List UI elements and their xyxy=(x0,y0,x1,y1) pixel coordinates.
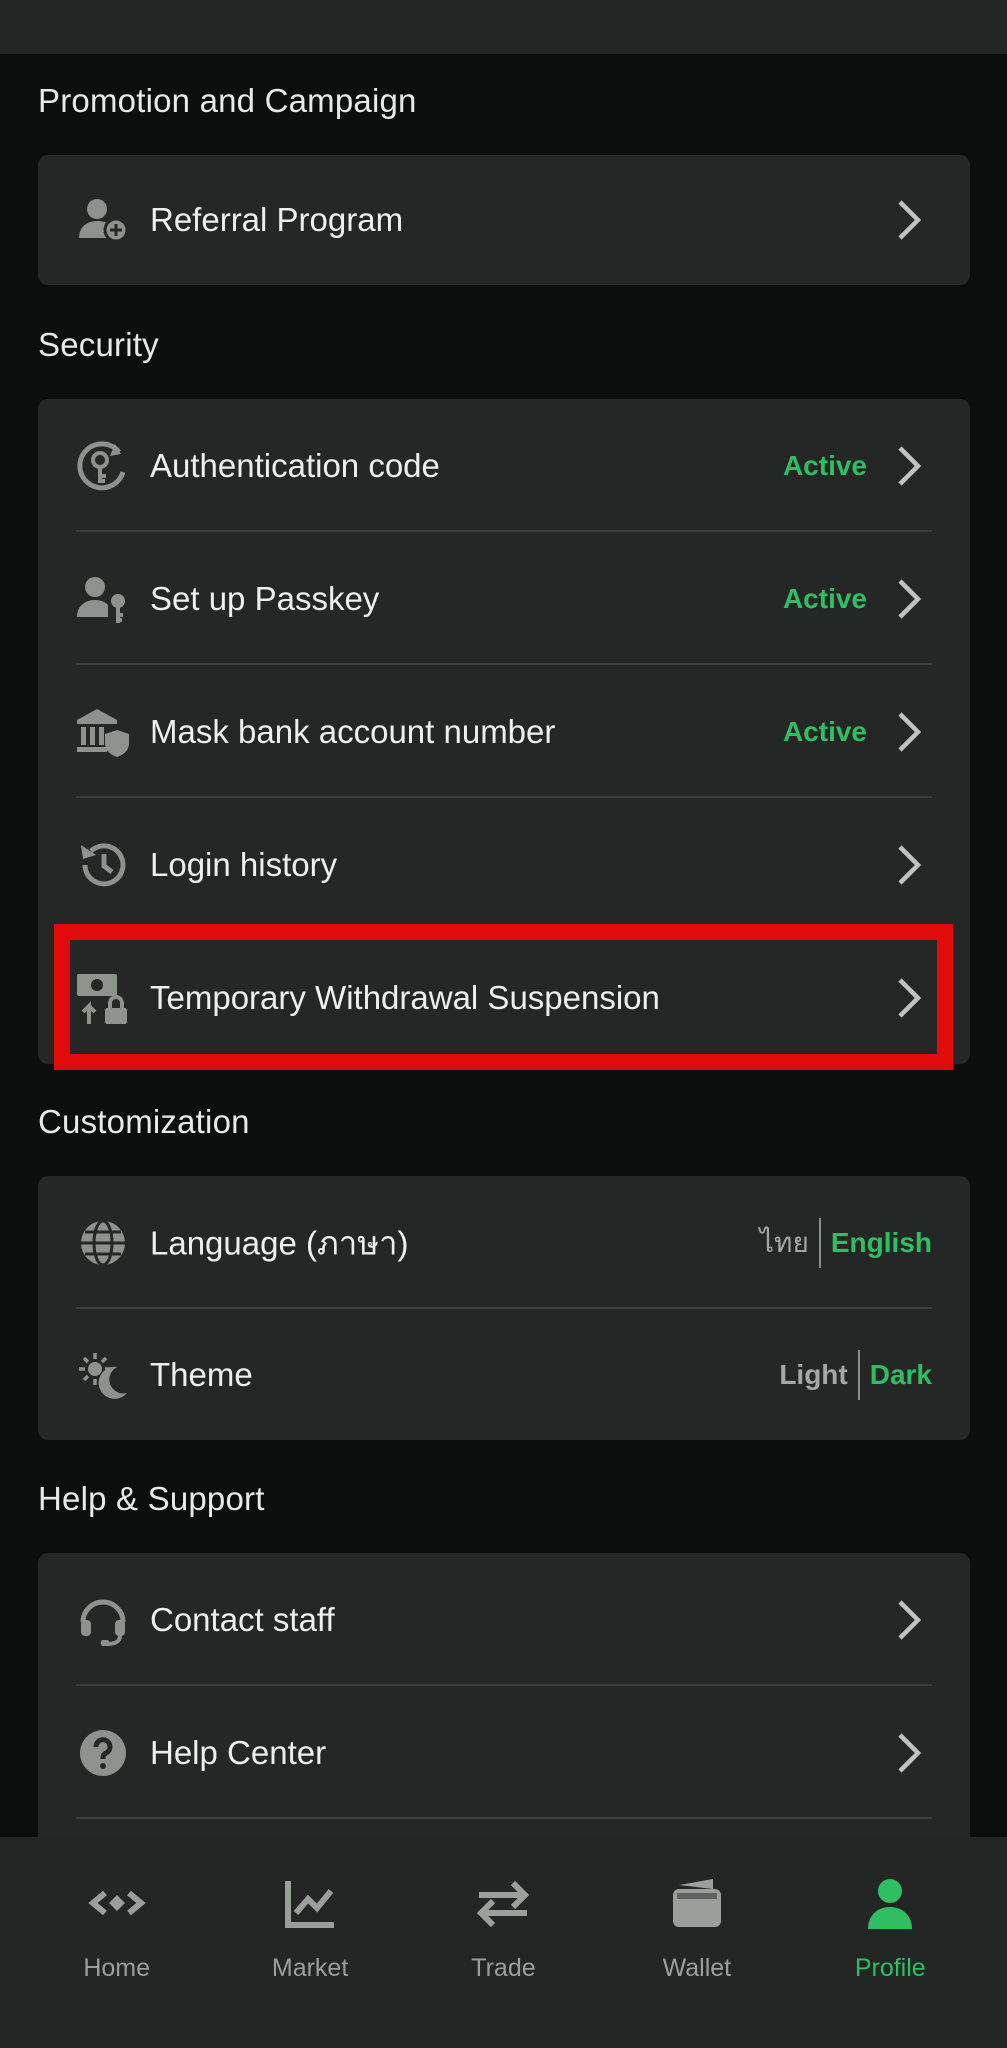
toggle-separator xyxy=(818,1217,821,1268)
security-card: Authentication code Active Set up Passke… xyxy=(38,399,970,1064)
cash-lock-icon xyxy=(74,969,132,1027)
add-user-icon xyxy=(74,191,132,249)
toggle-separator xyxy=(857,1349,860,1400)
set-up-passkey-label: Set up Passkey xyxy=(150,579,380,617)
temporary-withdrawal-suspension-label: Temporary Withdrawal Suspension xyxy=(150,978,660,1016)
nav-market[interactable]: Market xyxy=(220,1837,400,2048)
section-title-help: Help & Support xyxy=(38,1480,265,1517)
help-center-row[interactable]: Help Center xyxy=(38,1686,970,1819)
status-badge: Active xyxy=(782,715,867,747)
nav-home-label: Home xyxy=(83,1954,151,1982)
status-badge: Active xyxy=(782,582,867,614)
profile-icon xyxy=(858,1871,922,1940)
chevron-right-icon xyxy=(894,1729,926,1777)
question-icon xyxy=(74,1724,132,1782)
status-badge: Active xyxy=(782,449,867,481)
theme-option-dark[interactable]: Dark xyxy=(870,1359,932,1391)
temporary-withdrawal-suspension-row[interactable]: Temporary Withdrawal Suspension xyxy=(38,931,970,1064)
referral-program-label: Referral Program xyxy=(150,201,404,238)
contact-staff-label: Contact staff xyxy=(150,1600,335,1638)
chevron-right-icon xyxy=(894,1596,926,1644)
referral-program-row[interactable]: Referral Program xyxy=(38,155,970,285)
wallet-icon xyxy=(665,1871,729,1940)
nav-profile-label: Profile xyxy=(854,1954,926,1982)
set-up-passkey-row[interactable]: Set up Passkey Active xyxy=(38,532,970,665)
chevron-right-icon xyxy=(894,196,926,244)
nav-profile[interactable]: Profile xyxy=(800,1837,980,2048)
nav-home[interactable]: Home xyxy=(27,1837,207,2048)
contact-staff-row[interactable]: Contact staff xyxy=(38,1553,970,1686)
key-refresh-icon xyxy=(74,437,132,495)
authentication-code-row[interactable]: Authentication code Active xyxy=(38,399,970,532)
section-title-customization: Customization xyxy=(38,1103,250,1140)
language-option-thai[interactable]: ไทย xyxy=(760,1221,809,1265)
login-history-label: Login history xyxy=(150,845,338,883)
nav-market-label: Market xyxy=(271,1954,349,1982)
status-bar xyxy=(0,0,1007,54)
sun-moon-icon xyxy=(74,1346,132,1404)
user-key-icon xyxy=(74,570,132,628)
theme-option-light[interactable]: Light xyxy=(779,1359,847,1391)
authentication-code-label: Authentication code xyxy=(150,446,440,484)
globe-icon xyxy=(74,1214,132,1272)
language-row[interactable]: Language (ภาษา) ไทย English xyxy=(38,1176,970,1309)
help-card: Contact staff Help Center xyxy=(38,1553,970,1853)
nav-trade[interactable]: Trade xyxy=(413,1837,593,2048)
chevron-right-icon xyxy=(894,974,926,1022)
language-label: Language (ภาษา) xyxy=(150,1224,409,1261)
chevron-right-icon xyxy=(894,575,926,623)
theme-toggle[interactable]: Light Dark xyxy=(779,1349,932,1400)
promotion-card: Referral Program xyxy=(38,155,970,285)
chart-icon xyxy=(278,1871,342,1940)
home-icon xyxy=(85,1871,149,1940)
theme-row[interactable]: Theme Light Dark xyxy=(38,1309,970,1440)
nav-wallet[interactable]: Wallet xyxy=(607,1837,787,2048)
divider xyxy=(76,1817,932,1819)
mask-bank-account-label: Mask bank account number xyxy=(150,712,556,750)
headset-icon xyxy=(74,1591,132,1649)
history-icon xyxy=(74,836,132,894)
chevron-right-icon xyxy=(894,708,926,756)
language-toggle[interactable]: ไทย English xyxy=(760,1217,932,1268)
help-center-label: Help Center xyxy=(150,1733,327,1771)
bank-shield-icon xyxy=(74,703,132,761)
language-option-english[interactable]: English xyxy=(831,1227,932,1259)
swap-icon xyxy=(471,1871,535,1940)
customization-card: Language (ภาษา) ไทย English Theme Light … xyxy=(38,1176,970,1440)
nav-wallet-label: Wallet xyxy=(662,1954,732,1982)
nav-trade-label: Trade xyxy=(471,1954,536,1982)
mask-bank-account-row[interactable]: Mask bank account number Active xyxy=(38,665,970,798)
chevron-right-icon xyxy=(894,841,926,889)
login-history-row[interactable]: Login history xyxy=(38,798,970,931)
section-title-security: Security xyxy=(38,326,159,363)
theme-label: Theme xyxy=(150,1355,253,1393)
chevron-right-icon xyxy=(894,442,926,490)
bottom-nav: Home Market Trade Wallet Profile xyxy=(0,1837,1007,2048)
section-title-promotion: Promotion and Campaign xyxy=(38,82,417,119)
